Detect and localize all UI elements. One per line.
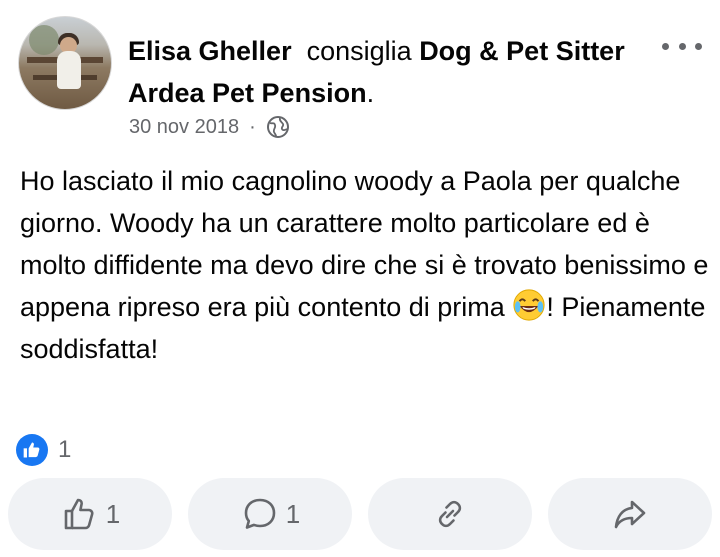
title-period: . bbox=[366, 78, 375, 108]
like-button[interactable]: 1 bbox=[8, 478, 172, 550]
avatar[interactable] bbox=[18, 16, 112, 110]
like-icon bbox=[16, 434, 48, 466]
reaction-count: 1 bbox=[58, 436, 72, 463]
post-date[interactable]: 30 nov 2018 bbox=[129, 116, 239, 139]
link-icon bbox=[438, 500, 462, 528]
meta-separator: · bbox=[249, 115, 256, 138]
comment-button[interactable]: 1 bbox=[188, 478, 352, 550]
reactions-summary[interactable]: 1 bbox=[16, 434, 71, 466]
post-meta: 30 nov 2018 · bbox=[129, 114, 290, 140]
share-icon bbox=[614, 500, 646, 529]
like-count: 1 bbox=[105, 498, 121, 529]
author-name[interactable]: Elisa Gheller bbox=[128, 36, 292, 66]
post-header: Elisa Gheller consiglia Dog & Pet Sitter… bbox=[18, 16, 708, 146]
post-body: Ho lasciato il mio cagnolino woody a Pao… bbox=[20, 160, 710, 370]
action-bar: 1 1 bbox=[8, 478, 712, 550]
more-options-icon[interactable] bbox=[662, 36, 702, 56]
share-button[interactable] bbox=[548, 478, 712, 550]
globe-icon[interactable] bbox=[266, 115, 290, 139]
thumbs-up-icon bbox=[64, 498, 94, 530]
comment-icon bbox=[244, 498, 276, 529]
comment-count: 1 bbox=[285, 498, 301, 529]
recommends-verb: consiglia bbox=[306, 36, 412, 66]
face-with-tears-of-joy-icon bbox=[513, 289, 545, 321]
copy-link-button[interactable] bbox=[368, 478, 532, 550]
post-title: Elisa Gheller consiglia Dog & Pet Sitter… bbox=[128, 30, 648, 114]
